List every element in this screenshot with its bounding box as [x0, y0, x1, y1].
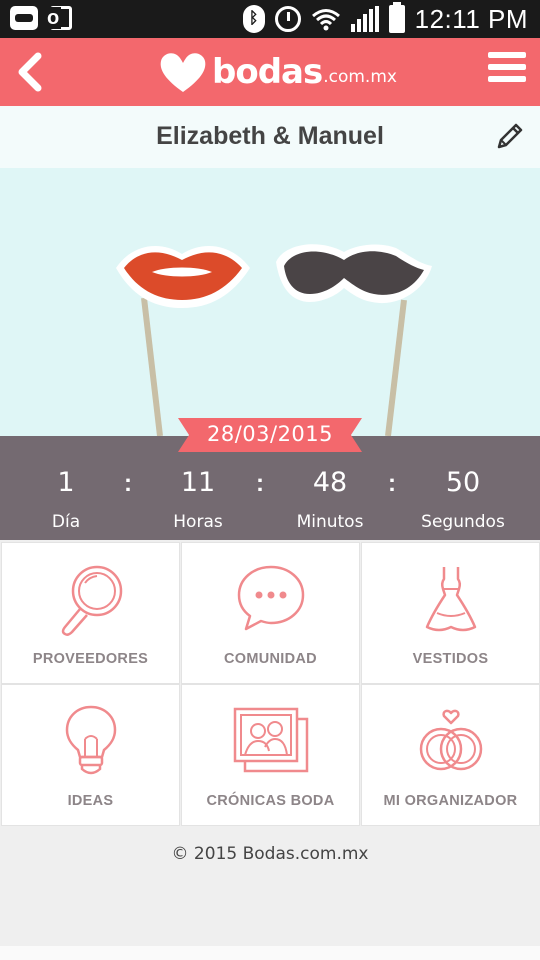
pencil-icon: [497, 123, 523, 149]
chat-bubble-icon: [237, 565, 304, 631]
tile-vestidos[interactable]: VESTIDOS: [361, 542, 540, 684]
tile-cronicas-boda[interactable]: CRÓNICAS BODA: [181, 684, 360, 826]
wedding-date-ribbon: 28/03/2015: [178, 418, 362, 452]
lips-icon: [116, 245, 250, 308]
bluetooth-icon: ᛒ: [242, 5, 265, 33]
hero-illustration: [0, 168, 540, 436]
couple-names: Elizabeth & Manuel: [156, 122, 384, 150]
alarm-icon: [274, 6, 301, 32]
status-clock: 12:11 PM: [414, 3, 528, 34]
menu-button[interactable]: [488, 52, 526, 92]
wedding-date: 28/03/2015: [206, 422, 334, 446]
status-bar: ᛒ 12:11 PM: [0, 0, 540, 38]
countdown-seconds-value: 50: [445, 467, 481, 498]
tile-label: PROVEEDORES: [32, 651, 149, 667]
heart-logo-icon: [160, 53, 206, 92]
countdown-separator: :: [388, 470, 396, 497]
tile-label: COMUNIDAD: [224, 651, 317, 667]
dress-icon: [425, 567, 476, 632]
mustache-icon: [276, 244, 432, 304]
edit-button[interactable]: [494, 120, 524, 152]
outlook-icon: [45, 6, 72, 30]
lightbulb-icon: [65, 705, 116, 775]
logo-domain: .com.mx: [323, 67, 397, 87]
countdown-separator: :: [256, 470, 264, 497]
footer: © 2015 Bodas.com.mx: [0, 828, 540, 946]
tile-proveedores[interactable]: PROVEEDORES: [1, 542, 180, 684]
back-button[interactable]: [10, 48, 54, 96]
copyright-text: © 2015 Bodas.com.mx: [171, 844, 369, 864]
countdown-hours: 11 Horas: [138, 467, 258, 533]
tile-label: VESTIDOS: [412, 651, 489, 667]
tile-mi-organizador[interactable]: MI ORGANIZADOR: [361, 684, 540, 826]
signal-icon: [350, 6, 379, 32]
tile-ideas[interactable]: IDEAS: [1, 684, 180, 826]
game-controller-icon: [10, 6, 38, 30]
app-bar: bodas .com.mx: [0, 38, 540, 106]
countdown-seconds: 50 Segundos: [403, 467, 523, 533]
couple-header: Elizabeth & Manuel: [0, 106, 540, 168]
countdown-days: 1 Día: [6, 467, 126, 533]
countdown-hours-value: 11: [180, 467, 216, 498]
countdown-minutes-value: 48: [312, 467, 348, 498]
countdown-days-value: 1: [57, 467, 75, 498]
tile-comunidad[interactable]: COMUNIDAD: [181, 542, 360, 684]
bottom-strip: [0, 946, 540, 960]
countdown-days-label: Día: [51, 512, 81, 532]
photos-icon: [233, 707, 308, 773]
countdown-separator: :: [124, 470, 132, 497]
rings-icon: [419, 709, 482, 771]
wifi-icon: [311, 7, 341, 31]
magnifier-icon: [61, 565, 122, 636]
tile-label: MI ORGANIZADOR: [383, 793, 518, 809]
menu-grid: PROVEEDORES COMUNIDAD VESTIDOS IDEAS CRÓ…: [0, 541, 540, 828]
hamburger-menu-icon: [488, 52, 526, 82]
logo-word: bodas: [212, 52, 323, 92]
battery-icon: [388, 2, 405, 33]
chevron-left-icon: [18, 52, 42, 92]
countdown-seconds-label: Segundos: [421, 512, 505, 532]
tile-label: CRÓNICAS BODA: [206, 793, 335, 809]
tile-label: IDEAS: [67, 793, 114, 809]
countdown-hours-label: Horas: [173, 512, 223, 532]
countdown-minutes-label: Minutos: [296, 512, 364, 532]
app-logo[interactable]: bodas .com.mx: [158, 46, 397, 98]
countdown-minutes: 48 Minutos: [270, 467, 390, 533]
